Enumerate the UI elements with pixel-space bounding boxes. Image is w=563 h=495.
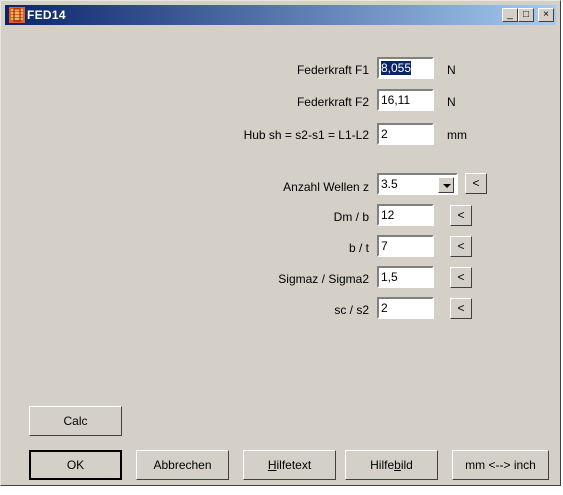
hub-input[interactable]: 2 <box>377 123 434 145</box>
calc-button[interactable]: Calc <box>29 406 122 436</box>
sigma-input[interactable]: 1,5 <box>377 266 434 288</box>
hilfebild-label-rest: ild <box>400 458 413 472</box>
window-title: FED14 <box>27 8 66 22</box>
dm-b-input[interactable]: 12 <box>377 204 434 226</box>
hilfebild-label-pre: Hilfe <box>370 458 395 472</box>
ok-button[interactable]: OK <box>29 450 122 480</box>
units-toggle-button[interactable]: mm <--> inch <box>452 450 549 480</box>
anzahl-wellen-value: 3.5 <box>381 177 398 191</box>
dialog-window: FED14 _ □ × Federkraft F1 8,055 N Federk… <box>0 0 561 486</box>
federkraft-f1-input[interactable]: 8,055 <box>377 57 434 79</box>
minimize-button[interactable]: _ <box>502 8 518 22</box>
sigma-arrow-button[interactable]: < <box>450 267 472 288</box>
label-hub: Hub sh = s2-s1 = L1-L2 <box>243 128 369 142</box>
anzahl-wellen-select[interactable]: 3.5 <box>377 173 458 195</box>
unit-f1: N <box>447 63 456 77</box>
b-t-arrow-button[interactable]: < <box>450 236 472 257</box>
label-federkraft-f1: Federkraft F1 <box>296 63 369 77</box>
label-b-t: b / t <box>348 241 369 255</box>
label-sc-s2: sc / s2 <box>334 303 369 317</box>
title-bar[interactable]: FED14 _ □ × <box>5 5 556 25</box>
hilfetext-button[interactable]: Hilfetext <box>243 450 336 480</box>
unit-hub: mm <box>447 128 467 142</box>
chevron-down-icon[interactable] <box>438 177 454 193</box>
wellen-arrow-button[interactable]: < <box>465 173 487 194</box>
hilfebild-mnemonic: b <box>394 458 401 472</box>
b-t-input[interactable]: 7 <box>377 235 434 257</box>
federkraft-f1-value: 8,055 <box>381 61 412 75</box>
label-anzahl-wellen: Anzahl Wellen z <box>283 180 369 194</box>
hilfebild-button[interactable]: Hilfebild <box>345 450 438 480</box>
label-dm-b: Dm / b <box>333 210 369 224</box>
dm-b-arrow-button[interactable]: < <box>450 205 472 226</box>
maximize-button[interactable]: □ <box>518 8 534 22</box>
unit-f2: N <box>447 95 456 109</box>
abbrechen-button[interactable]: Abbrechen <box>136 450 229 480</box>
federkraft-f2-input[interactable]: 16,11 <box>377 89 434 111</box>
sc-s2-arrow-button[interactable]: < <box>450 298 472 319</box>
hilfetext-label: ilfetext <box>276 458 312 472</box>
sc-s2-input[interactable]: 2 <box>377 297 434 319</box>
close-button[interactable]: × <box>538 8 554 22</box>
label-sigma: Sigmaz / Sigma2 <box>278 272 369 286</box>
label-federkraft-f2: Federkraft F2 <box>296 95 369 109</box>
app-icon <box>9 7 25 23</box>
